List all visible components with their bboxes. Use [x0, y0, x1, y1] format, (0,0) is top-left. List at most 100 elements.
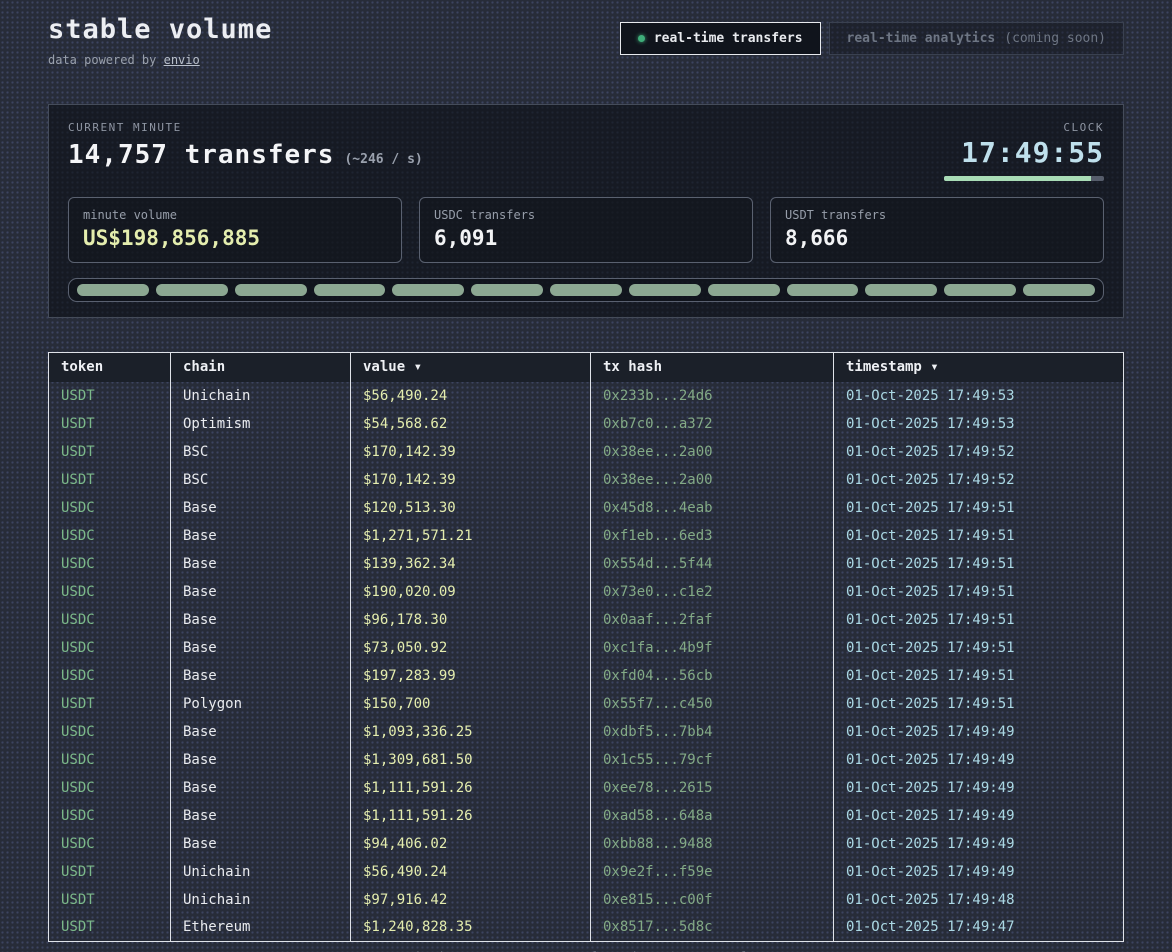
cell-timestamp: 01-Oct-2025 17:49:48	[834, 886, 1124, 914]
cell-hash[interactable]: 0x55f7...c450	[591, 690, 834, 718]
cell-chain: Base	[171, 578, 351, 606]
transfer-line: 14,757 transfers (~246 / s)	[68, 140, 423, 170]
stat-value: 8,666	[785, 226, 1089, 250]
cell-hash[interactable]: 0xe815...c00f	[591, 886, 834, 914]
cell-timestamp: 01-Oct-2025 17:49:47	[834, 914, 1124, 942]
table-row: USDCBase$1,093,336.250xdbf5...7bb401-Oct…	[49, 718, 1124, 746]
cell-hash[interactable]: 0xbb88...9488	[591, 830, 834, 858]
cell-token: USDC	[49, 662, 171, 690]
cell-chain: Base	[171, 522, 351, 550]
cell-value: $97,916.42	[351, 886, 591, 914]
cell-hash[interactable]: 0x1c55...79cf	[591, 746, 834, 774]
cell-hash[interactable]: 0x233b...24d6	[591, 382, 834, 410]
column-header-chain: chain	[171, 353, 351, 382]
table-head: tokenchainvalue ▾tx hashtimestamp ▾	[49, 353, 1124, 382]
cell-hash[interactable]: 0x73e0...c1e2	[591, 578, 834, 606]
cell-value: $73,050.92	[351, 634, 591, 662]
tab-label: real-time transfers	[654, 31, 803, 46]
column-header-value[interactable]: value ▾	[351, 353, 591, 382]
table-row: USDCBase$73,050.920xc1fa...4b9f01-Oct-20…	[49, 634, 1124, 662]
stat-value: 6,091	[434, 226, 738, 250]
tab-realtime-analytics[interactable]: real-time analytics (coming soon)	[829, 22, 1124, 55]
cell-hash[interactable]: 0xfd04...56cb	[591, 662, 834, 690]
cell-token: USDC	[49, 550, 171, 578]
cell-hash[interactable]: 0x0aaf...2faf	[591, 606, 834, 634]
stats-row: minute volume US$198,856,885 USDC transf…	[68, 197, 1104, 263]
table-row: USDCBase$190,020.090x73e0...c1e201-Oct-2…	[49, 578, 1124, 606]
cell-token: USDT	[49, 410, 171, 438]
table-row: USDCBase$120,513.300x45d8...4eab01-Oct-2…	[49, 494, 1124, 522]
table-row: USDCBase$139,362.340x554d...5f4401-Oct-2…	[49, 550, 1124, 578]
subtitle: data powered by envio	[48, 53, 272, 67]
cell-timestamp: 01-Oct-2025 17:49:52	[834, 438, 1124, 466]
cell-hash[interactable]: 0x8517...5d8c	[591, 914, 834, 942]
cell-chain: Base	[171, 662, 351, 690]
clock-block: CLOCK 17:49:55	[944, 121, 1104, 181]
cell-chain: Optimism	[171, 410, 351, 438]
cell-token: USDT	[49, 914, 171, 942]
cell-timestamp: 01-Oct-2025 17:49:49	[834, 718, 1124, 746]
table-row: USDTOptimism$54,568.620xb7c0...a37201-Oc…	[49, 410, 1124, 438]
cell-value: $197,283.99	[351, 662, 591, 690]
cell-chain: Base	[171, 802, 351, 830]
cell-hash[interactable]: 0x38ee...2a00	[591, 466, 834, 494]
cell-hash[interactable]: 0xad58...648a	[591, 802, 834, 830]
cell-hash[interactable]: 0x9e2f...f59e	[591, 858, 834, 886]
activity-segment	[629, 284, 701, 296]
cell-chain: Polygon	[171, 690, 351, 718]
cell-value: $1,309,681.50	[351, 746, 591, 774]
table-row: USDTUnichain$56,490.240x9e2f...f59e01-Oc…	[49, 858, 1124, 886]
table-row: USDCBase$94,406.020xbb88...948801-Oct-20…	[49, 830, 1124, 858]
column-header-hash: tx hash	[591, 353, 834, 382]
table-body: USDTUnichain$56,490.240x233b...24d601-Oc…	[49, 382, 1124, 942]
cell-value: $170,142.39	[351, 466, 591, 494]
cell-token: USDC	[49, 746, 171, 774]
cell-hash[interactable]: 0xc1fa...4b9f	[591, 634, 834, 662]
cell-value: $1,093,336.25	[351, 718, 591, 746]
minute-activity-segment-bar	[68, 278, 1104, 302]
stat-label: USDT transfers	[785, 208, 1089, 222]
activity-segment	[77, 284, 149, 296]
activity-segment	[471, 284, 543, 296]
topbar: stable volume data powered by envio real…	[48, 14, 1124, 67]
cell-value: $54,568.62	[351, 410, 591, 438]
activity-segment	[392, 284, 464, 296]
tab-label: real-time analytics	[847, 31, 996, 46]
cell-timestamp: 01-Oct-2025 17:49:49	[834, 774, 1124, 802]
table-header-row: tokenchainvalue ▾tx hashtimestamp ▾	[49, 353, 1124, 382]
view-tabs: real-time transfers real-time analytics …	[620, 22, 1124, 55]
stat-usdt-transfers: USDT transfers 8,666	[770, 197, 1104, 263]
cell-token: USDC	[49, 578, 171, 606]
cell-token: USDT	[49, 886, 171, 914]
cell-hash[interactable]: 0xee78...2615	[591, 774, 834, 802]
cell-timestamp: 01-Oct-2025 17:49:53	[834, 382, 1124, 410]
cell-hash[interactable]: 0x45d8...4eab	[591, 494, 834, 522]
column-header-timestamp[interactable]: timestamp ▾	[834, 353, 1124, 382]
cell-value: $56,490.24	[351, 858, 591, 886]
cell-hash[interactable]: 0xdbf5...7bb4	[591, 718, 834, 746]
cell-timestamp: 01-Oct-2025 17:49:51	[834, 578, 1124, 606]
cell-chain: Base	[171, 746, 351, 774]
cell-hash[interactable]: 0x38ee...2a00	[591, 438, 834, 466]
envio-link[interactable]: envio	[164, 53, 200, 67]
hero-top-row: CURRENT MINUTE 14,757 transfers (~246 / …	[68, 121, 1104, 181]
cell-hash[interactable]: 0xf1eb...6ed3	[591, 522, 834, 550]
cell-chain: BSC	[171, 466, 351, 494]
cell-token: USDC	[49, 494, 171, 522]
cell-token: USDC	[49, 830, 171, 858]
cell-token: USDT	[49, 690, 171, 718]
cell-value: $139,362.34	[351, 550, 591, 578]
cell-hash[interactable]: 0xb7c0...a372	[591, 410, 834, 438]
clock-label: CLOCK	[944, 121, 1104, 134]
cell-timestamp: 01-Oct-2025 17:49:51	[834, 550, 1124, 578]
cell-value: $150,700	[351, 690, 591, 718]
table-row: USDCBase$1,309,681.500x1c55...79cf01-Oct…	[49, 746, 1124, 774]
activity-segment	[708, 284, 780, 296]
cell-hash[interactable]: 0x554d...5f44	[591, 550, 834, 578]
table-row: USDCBase$1,111,591.260xee78...261501-Oct…	[49, 774, 1124, 802]
cell-token: USDC	[49, 634, 171, 662]
tab-realtime-transfers[interactable]: real-time transfers	[620, 22, 821, 55]
table-row: USDTEthereum$1,240,828.350x8517...5d8c01…	[49, 914, 1124, 942]
cell-timestamp: 01-Oct-2025 17:49:49	[834, 858, 1124, 886]
activity-segment	[156, 284, 228, 296]
